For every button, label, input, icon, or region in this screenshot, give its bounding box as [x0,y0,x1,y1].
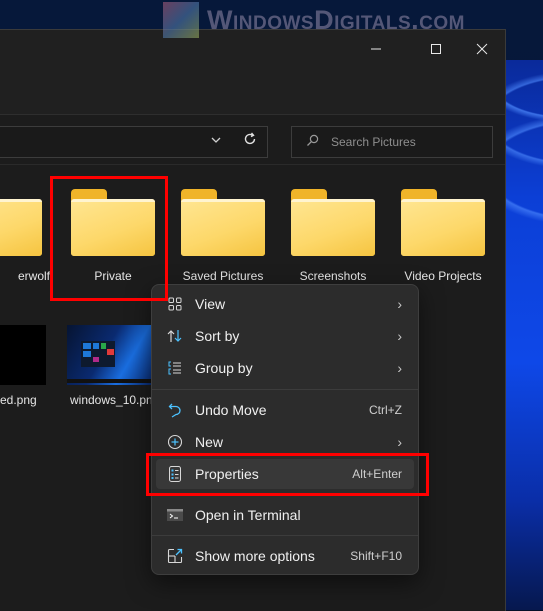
maximize-icon [431,44,441,54]
file-thumbnail [67,325,151,385]
menu-item-show-more-options[interactable]: Show more options Shift+F10 [156,541,414,571]
menu-item-label: Sort by [195,328,240,344]
properties-icon [165,466,185,482]
search-icon [306,134,319,150]
folder-icon [71,189,155,256]
folder-item-video-projects[interactable]: Video Projects [393,189,493,283]
file-thumbnail [0,325,46,385]
close-icon [476,43,488,55]
shortcut-label: Ctrl+Z [369,403,402,417]
menu-item-label: Group by [195,360,253,376]
file-item[interactable]: ed.png [0,325,46,407]
shortcut-label: Shift+F10 [350,549,402,563]
folder-item-screenshots[interactable]: Screenshots [283,189,383,283]
chevron-right-icon: › [397,360,402,376]
address-bar[interactable] [0,126,268,158]
address-row: Search Pictures [0,116,505,165]
folder-label: Screenshots [299,269,367,283]
close-button[interactable] [462,34,502,64]
search-box[interactable]: Search Pictures [291,126,493,158]
file-item-windows-10[interactable]: windows_10.pn [67,325,153,407]
context-menu: View › Sort by › Group by › Undo Move Ct… [151,284,419,575]
maximize-button[interactable] [416,34,456,64]
menu-item-label: Properties [195,466,259,482]
menu-separator [152,535,418,536]
folder-icon [181,189,265,256]
folder-label: Saved Pictures [182,269,264,283]
sort-icon [165,329,185,343]
menu-item-view[interactable]: View › [156,289,414,319]
folder-icon [291,189,375,256]
menu-item-new[interactable]: New › [156,427,414,457]
folder-label: erwolf [17,269,50,283]
chevron-right-icon: › [397,328,402,344]
chevron-right-icon: › [397,296,402,312]
minimize-icon [371,48,381,50]
terminal-icon [165,509,185,521]
menu-item-sort-by[interactable]: Sort by › [156,321,414,351]
title-bar [0,30,505,115]
menu-item-label: New [195,434,224,450]
menu-item-undo-move[interactable]: Undo Move Ctrl+Z [156,395,414,425]
chevron-right-icon: › [397,434,402,450]
group-icon [165,361,185,375]
more-options-icon [165,548,185,564]
folder-label: Private [94,269,132,283]
new-icon [165,434,185,450]
minimize-button[interactable] [356,34,396,64]
menu-item-label: Open in Terminal [195,507,301,523]
folder-item-saved-pictures[interactable]: Saved Pictures [173,189,273,283]
file-label: windows_10.pn [70,393,153,407]
menu-item-label: View [195,296,226,312]
wallpaper-swirl [505,60,543,610]
folder-item[interactable]: erwolf [0,189,50,283]
folder-icon [401,189,485,256]
folder-icon [0,189,42,256]
folder-label: Video Projects [404,269,482,283]
shortcut-label: Alt+Enter [352,467,402,481]
folder-item-private[interactable]: Private [63,189,163,283]
search-placeholder: Search Pictures [331,135,416,149]
menu-item-label: Undo Move [195,402,267,418]
undo-icon [165,402,185,418]
refresh-icon[interactable] [243,132,257,150]
menu-item-group-by[interactable]: Group by › [156,353,414,383]
grid-icon [165,297,185,311]
menu-separator [152,389,418,390]
menu-item-properties[interactable]: Properties Alt+Enter [156,459,414,489]
chevron-down-icon[interactable] [211,134,221,148]
menu-item-open-in-terminal[interactable]: Open in Terminal [156,500,414,530]
file-label: ed.png [0,393,37,407]
menu-item-label: Show more options [195,548,315,564]
